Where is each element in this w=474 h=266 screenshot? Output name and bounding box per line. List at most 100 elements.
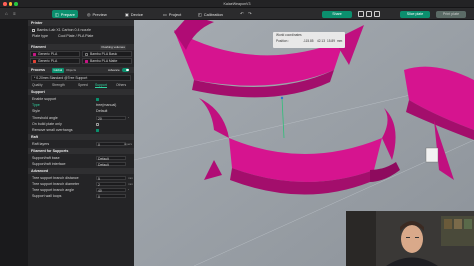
tab-others-label: Others: [116, 83, 127, 87]
filament-header-label: Filament: [31, 45, 46, 49]
support-base-label: Support/raft base: [32, 156, 60, 160]
undo-icon[interactable]: ↶: [240, 11, 244, 17]
filament-slot-3[interactable]: Generic PLA: [30, 58, 80, 64]
enable-support-label: Enable support: [32, 97, 57, 101]
filament-slot-1[interactable]: Generic PLA: [30, 51, 80, 57]
webcam-inset: [346, 211, 474, 266]
print-plate-button[interactable]: Print plate: [436, 10, 466, 18]
window-controls[interactable]: [3, 2, 18, 6]
tab-preview[interactable]: ◎ Preview: [84, 10, 110, 18]
branch-diameter-label: Tree support branch diameter: [32, 182, 80, 186]
support-interface-row: Support/raft interface Default: [28, 161, 134, 167]
branch-angle-unit: °: [128, 188, 130, 192]
branch-angle-input[interactable]: 40: [96, 187, 126, 193]
filament-color-swatch: [33, 52, 36, 56]
filament-slot-4[interactable]: Bambu PLA Matte: [82, 58, 132, 64]
tab-speed[interactable]: Speed: [78, 82, 88, 88]
menu-icon[interactable]: ≡: [13, 11, 16, 16]
plate-type-select[interactable]: Cool Plate / PLA Plate: [58, 34, 93, 38]
objects-label: Objects: [66, 68, 77, 72]
arrange-icon[interactable]: [374, 11, 380, 17]
support-anchor-point: [280, 96, 284, 100]
flushing-volumes-label: Flushing volumes: [101, 45, 125, 49]
support-interface-select[interactable]: Default: [96, 161, 126, 167]
flushing-volumes-button[interactable]: Flushing volumes: [100, 44, 127, 50]
print-plate-label: Print plate: [442, 12, 460, 16]
tab-quality[interactable]: Quality: [32, 82, 43, 88]
branch-diameter-input[interactable]: 2: [96, 181, 126, 187]
plate-type-row: Plate type Cool Plate / PLA Plate: [28, 33, 134, 39]
objects-toggle[interactable]: Objects: [66, 68, 76, 72]
support-type-select[interactable]: tree(manual): [96, 103, 116, 107]
threshold-angle-input[interactable]: 20: [96, 115, 126, 121]
tab-support[interactable]: Support: [95, 82, 107, 88]
project-icon: ▭: [163, 11, 167, 17]
support-style-value: Default: [96, 109, 108, 113]
tab-project[interactable]: ▭ Project: [160, 10, 184, 18]
enable-support-checkbox[interactable]: [96, 97, 99, 101]
tab-device[interactable]: ▣ Device: [122, 10, 146, 18]
support-base-select[interactable]: Default: [96, 155, 126, 161]
filament-supports-header: Filament for Supports: [28, 148, 134, 154]
close-window-button[interactable]: [3, 2, 7, 6]
support-interface-value: Default: [98, 162, 109, 167]
remove-small-overhangs-row: Remove small overhangs: [28, 127, 134, 133]
redo-icon[interactable]: ↷: [248, 11, 252, 17]
support-type-label: Type: [32, 103, 40, 107]
printer-header[interactable]: Printer: [28, 20, 134, 26]
tab-prepare[interactable]: ◫ Prepare: [52, 10, 79, 18]
tab-others[interactable]: Others: [116, 82, 126, 88]
support-wall-loops-input[interactable]: 0: [96, 193, 126, 199]
process-preset-select[interactable]: * 0.20mm Standard @Tree Support: [28, 74, 134, 81]
prepare-icon: ◫: [55, 11, 59, 17]
calibration-icon: ◰: [198, 11, 202, 17]
tab-calibration[interactable]: ◰ Calibration: [195, 10, 226, 18]
cube-icon[interactable]: [366, 11, 372, 17]
home-icon[interactable]: ⌂: [5, 11, 8, 16]
filament-1-name: Generic PLA: [38, 52, 58, 56]
global-toggle[interactable]: Global: [52, 67, 64, 73]
printer-header-label: Printer: [31, 21, 43, 25]
branch-distance-label: Tree support branch distance: [32, 176, 79, 180]
window-title: KalaeWeaponV3: [223, 1, 251, 6]
wipe-tower[interactable]: [425, 147, 439, 163]
position-unit: mm: [337, 39, 343, 43]
filament-supports-header-label: Filament for Supports: [31, 149, 69, 153]
process-tab-bar: Quality Strength Speed Support Others: [28, 82, 134, 88]
support-style-select[interactable]: Default: [96, 109, 107, 113]
process-preset-value: * 0.20mm Standard @Tree Support: [34, 75, 88, 80]
position-z: 15.89: [327, 39, 335, 43]
left-icon-strip: [0, 20, 28, 266]
tab-quality-label: Quality: [32, 83, 43, 87]
branch-distance-input[interactable]: 5: [96, 175, 126, 181]
raft-layers-row: Raft layers 0 layers: [28, 141, 134, 147]
advance-toggle[interactable]: [122, 68, 129, 72]
filament-header[interactable]: Filament Flushing volumes: [28, 44, 134, 50]
filament-3-name: Generic PLA: [38, 59, 58, 63]
branch-angle-label: Tree support branch angle: [32, 188, 75, 192]
build-plate-only-label: On build plate only: [32, 122, 62, 126]
tab-strength-label: Strength: [52, 83, 65, 87]
share-button[interactable]: Share: [322, 10, 352, 18]
branch-distance-unit: mm: [128, 176, 133, 180]
advanced-header: Advanced: [28, 168, 134, 174]
advanced-header-label: Advanced: [31, 169, 49, 173]
filament-slot-2[interactable]: Bambu PLA Basic: [82, 51, 132, 57]
support-wall-loops-label: Support wall loops: [32, 194, 62, 198]
support-interface-label: Support/raft interface: [32, 162, 66, 166]
add-object-icon[interactable]: [358, 11, 364, 17]
remove-small-overhangs-label: Remove small overhangs: [32, 128, 73, 132]
position-y: 42.13: [317, 39, 325, 43]
process-header[interactable]: Process Global Objects Advance: [28, 67, 134, 73]
slice-plate-label: Slice plate: [406, 12, 424, 16]
raft-layers-input[interactable]: 0: [96, 141, 126, 147]
preview-icon: ◎: [87, 11, 91, 17]
build-plate-only-checkbox[interactable]: [96, 122, 99, 126]
filament-4-name: Bambu PLA Matte: [90, 59, 118, 63]
tab-strength[interactable]: Strength: [52, 82, 65, 88]
zoom-window-button[interactable]: [14, 2, 18, 6]
slice-plate-button[interactable]: Slice plate: [400, 10, 430, 18]
support-wall-loops-row: Support wall loops 0: [28, 193, 134, 199]
remove-small-overhangs-checkbox[interactable]: [96, 128, 99, 132]
minimize-window-button[interactable]: [8, 2, 12, 6]
